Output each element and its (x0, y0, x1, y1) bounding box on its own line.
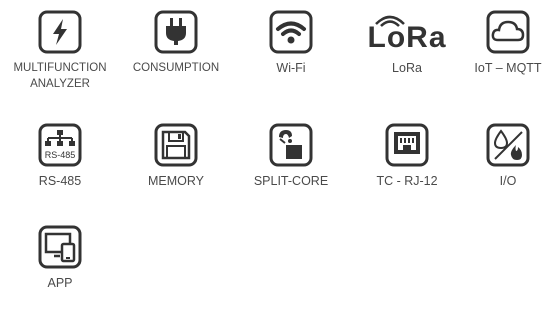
lightning-bolt-icon (38, 10, 82, 54)
feature-label: Wi-Fi (276, 61, 306, 75)
feature-label: IoT – MQTT (474, 61, 542, 75)
cloud-icon (486, 10, 530, 54)
rs485-icon-text: RS-485 (45, 150, 76, 160)
feature-label: LoRa (392, 61, 422, 75)
split-core-clamp-icon (269, 123, 313, 167)
feature-label: I/O (499, 174, 517, 188)
feature-label: MULTIFUNCTION (13, 62, 107, 74)
feature-label: TC - RJ-12 (376, 174, 438, 188)
feature-split-core: SPLIT-CORE (236, 123, 346, 189)
water-fire-io-icon (486, 123, 530, 167)
network-rs485-icon: RS-485 (38, 123, 82, 167)
feature-multifunction-analyzer: MULTIFUNCTION ANALYZER (5, 10, 115, 92)
feature-rs485: RS-485 RS-485 (5, 123, 115, 189)
feature-iot-mqtt: IoT – MQTT (453, 10, 559, 76)
feature-label: RS-485 (38, 174, 82, 188)
floppy-disk-icon (154, 123, 198, 167)
power-plug-icon (154, 10, 198, 54)
feature-memory: MEMORY (121, 123, 231, 189)
feature-label: SPLIT-CORE (253, 174, 329, 188)
feature-app: APP (5, 225, 115, 291)
rj12-port-icon (385, 123, 429, 167)
feature-label-line2: ANALYZER (30, 78, 90, 90)
feature-label: APP (47, 276, 73, 290)
feature-consumption: CONSUMPTION (121, 10, 231, 76)
feature-wifi: Wi-Fi (236, 10, 346, 76)
features-grid: MULTIFUNCTION ANALYZER CONSUMPTION Wi-Fi… (0, 0, 559, 313)
radio-waves-icon (374, 15, 405, 27)
lora-logo: LoRa (368, 10, 447, 54)
feature-label: CONSUMPTION (132, 62, 220, 74)
feature-label: MEMORY (147, 174, 205, 188)
feature-lora: LoRa LoRa (352, 10, 462, 76)
devices-icon (38, 225, 82, 269)
feature-io: I/O (453, 123, 559, 189)
wifi-icon (269, 10, 313, 54)
feature-tc-rj12: TC - RJ-12 (352, 123, 462, 189)
